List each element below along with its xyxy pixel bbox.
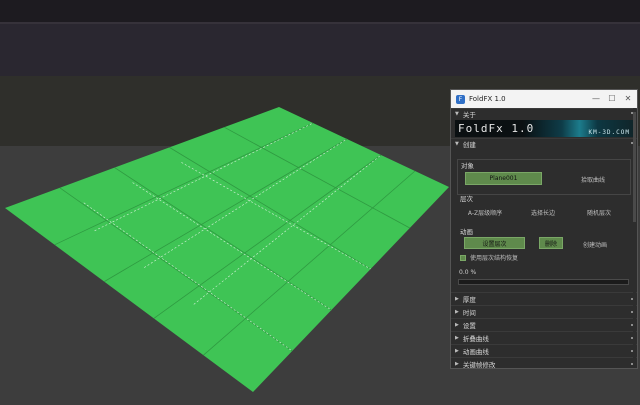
maximize-button[interactable]: ☐: [607, 93, 617, 104]
create-animation-button[interactable]: 设置层次: [464, 237, 525, 249]
expand-triangle-icon: ▶: [455, 335, 459, 341]
rollout-header[interactable]: ▶ 关键帧修改: [451, 357, 637, 369]
expand-triangle-icon: ▶: [455, 348, 459, 354]
object-group: 对象 Plane001 拾取曲线: [457, 159, 631, 195]
use-hierarchy-label: 使用层次结构恢复: [470, 255, 519, 262]
rollout-label: 厚度: [462, 296, 476, 304]
window-titlebar[interactable]: F FoldFX 1.0 — ☐ ✕: [451, 90, 637, 108]
collapse-triangle-icon: ▼: [455, 111, 459, 117]
select-edge-button[interactable]: 选择长边: [523, 208, 563, 217]
rollout-label: 时间: [462, 309, 476, 317]
rollout-header[interactable]: ▶ 设置: [451, 318, 637, 331]
rollout-label: 创建: [462, 141, 476, 149]
rollout-about-header[interactable]: ▼ 关于: [451, 108, 637, 119]
foldfx-panel: F FoldFX 1.0 — ☐ ✕ ▼ 关于 FoldFx 1.0 KM-3D…: [450, 89, 638, 369]
rollout-header[interactable]: ▶ 时间: [451, 305, 637, 318]
use-hierarchy-row[interactable]: 使用层次结构恢复: [460, 253, 518, 262]
rollout-label: 关键帧修改: [462, 361, 496, 369]
about-banner: FoldFx 1.0 KM-3D.COM: [455, 120, 633, 137]
auto-hierarchy-button[interactable]: A-Z层级顺序: [465, 208, 505, 217]
progress-bar: [458, 279, 629, 285]
rollout-label: 折叠曲线: [462, 335, 489, 343]
random-hierarchy-button[interactable]: 随机层次: [579, 208, 619, 217]
panel-scrollbar[interactable]: [633, 108, 636, 368]
minimize-button[interactable]: —: [591, 93, 601, 104]
rollout-header[interactable]: ▶ 折叠曲线: [451, 331, 637, 344]
object-label: 对象: [461, 162, 474, 170]
app-icon: F: [456, 94, 465, 104]
rollout-header[interactable]: ▶ 厚度: [451, 292, 637, 305]
rollout-create-header[interactable]: ▼ 创建: [451, 138, 637, 149]
hierarchy-label: 层次: [460, 195, 473, 203]
pick-object-button[interactable]: Plane001: [465, 172, 542, 185]
expand-triangle-icon: ▶: [455, 322, 459, 328]
banner-url: KM-3D.COM: [588, 129, 630, 136]
collapse-triangle-icon: ▼: [455, 141, 459, 147]
create-anim-button[interactable]: 创建动画: [575, 240, 615, 249]
plane-surface[interactable]: [5, 107, 449, 392]
delete-button[interactable]: 删除: [539, 237, 563, 249]
rollout-label: 动画曲线: [462, 348, 489, 356]
rollout-list: ▶ 厚度 ▶ 时间 ▶ 设置 ▶ 折叠曲线 ▶ 动画曲线 ▶ 关键帧修改: [451, 292, 637, 369]
banner-title: FoldFx 1.0: [458, 122, 535, 135]
rollout-header[interactable]: ▶ 动画曲线: [451, 344, 637, 357]
animation-label: 动画: [460, 228, 473, 236]
scrollbar-thumb[interactable]: [633, 112, 636, 222]
rollout-label: 设置: [462, 322, 476, 330]
progress-text: 0.0 %: [459, 269, 477, 276]
close-button[interactable]: ✕: [623, 93, 633, 104]
expand-triangle-icon: ▶: [455, 309, 459, 315]
select-curve-button[interactable]: 拾取曲线: [568, 175, 618, 184]
expand-triangle-icon: ▶: [455, 296, 459, 302]
rollout-label: 关于: [462, 111, 476, 119]
use-hierarchy-checkbox[interactable]: [460, 254, 466, 261]
window-title: FoldFX 1.0: [469, 95, 506, 103]
expand-triangle-icon: ▶: [455, 361, 459, 367]
